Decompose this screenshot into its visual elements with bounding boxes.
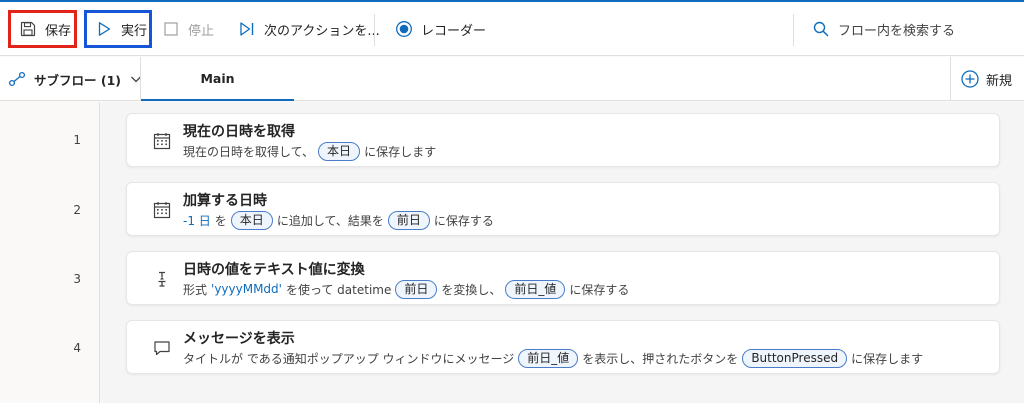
line-number: 4	[73, 341, 81, 355]
step-next-icon	[236, 18, 258, 40]
search-input[interactable]: フロー内を検索する	[810, 10, 955, 48]
message-icon	[151, 337, 173, 359]
action-description: タイトルが である通知ポップアップ ウィンドウにメッセージ 前日_値 を表示し、…	[183, 348, 923, 368]
variable-pill[interactable]: 前日_値	[518, 348, 579, 368]
toolbar-divider	[793, 14, 794, 46]
action-description: 形式 'yyyyMMdd' を使って datetime 前日 を変換し、 前日_…	[183, 279, 629, 299]
desc-text: に追加して、結果を	[276, 213, 384, 228]
action-card-add-to-datetime[interactable]: 加算する日時 -1 日 を 本日 に追加して、結果を 前日 に保存する	[126, 182, 1000, 236]
desc-text: を変換し、	[441, 282, 502, 297]
desc-text: に保存します	[851, 351, 924, 366]
stop-button[interactable]: 停止	[160, 10, 214, 48]
action-card-convert-datetime-to-text[interactable]: 日時の値をテキスト値に変換 形式 'yyyyMMdd' を使って datetim…	[126, 251, 1000, 305]
desc-text: に保存する	[433, 213, 494, 228]
run-label: 実行	[121, 23, 148, 39]
subflow-label: サブフロー (1)	[34, 72, 121, 88]
toolbar-divider	[374, 14, 375, 46]
line-number: 2	[73, 203, 81, 217]
search-icon	[810, 18, 832, 40]
tab-divider	[950, 57, 951, 101]
calendar-icon	[151, 199, 173, 221]
variable-pill[interactable]: 前日	[395, 279, 438, 299]
action-title: メッセージを表示	[183, 331, 295, 347]
variable-pill[interactable]: 前日	[387, 210, 430, 230]
desc-value: 'yyyyMMdd'	[211, 282, 282, 296]
next-label: 次のアクションを...	[264, 23, 380, 39]
desc-text: に保存する	[569, 282, 630, 297]
line-number: 3	[73, 272, 81, 286]
recorder-label: レコーダー	[421, 23, 487, 39]
action-description: 現在の日時を取得して、 本日 に保存します	[183, 141, 436, 161]
variable-pill[interactable]: 前日_値	[505, 279, 566, 299]
toolbar: 保存 実行 停止 次のアクションを... レコーダー フロー内を検索する	[0, 2, 1024, 56]
desc-text: に保存します	[364, 144, 437, 159]
subflows-dropdown[interactable]: サブフロー (1)	[8, 57, 143, 101]
variable-pill[interactable]: ButtonPressed	[742, 348, 848, 368]
recorder-button[interactable]: レコーダー	[393, 10, 486, 48]
tab-main[interactable]: Main	[141, 57, 294, 101]
save-button[interactable]: 保存	[8, 10, 77, 48]
search-placeholder: フロー内を検索する	[838, 23, 956, 39]
line-number: 1	[73, 133, 81, 147]
subflow-icon	[8, 70, 26, 88]
action-title: 日時の値をテキスト値に変換	[183, 262, 365, 278]
variable-pill[interactable]: 本日	[230, 210, 273, 230]
calendar-icon	[151, 130, 173, 152]
save-label: 保存	[45, 23, 72, 39]
stop-icon	[160, 18, 182, 40]
text-convert-icon	[151, 268, 173, 290]
flow-tabs-bar: サブフロー (1) Main 新規	[0, 57, 1024, 101]
new-label: 新規	[986, 73, 1013, 89]
desc-text: を	[214, 213, 227, 228]
tab-main-label: Main	[200, 70, 235, 86]
run-next-action-button[interactable]: 次のアクションを...	[236, 10, 380, 48]
variable-pill[interactable]: 本日	[318, 141, 361, 161]
desc-value: -1 日	[183, 213, 211, 228]
desc-text: を表示し、押されたボタンを	[582, 351, 739, 366]
desc-text: 形式	[183, 282, 208, 297]
stop-label: 停止	[188, 23, 215, 39]
desc-text: 現在の日時を取得して、	[183, 144, 315, 159]
action-title: 加算する日時	[183, 193, 267, 209]
line-number-gutter	[0, 102, 100, 403]
desc-text: タイトルが である通知ポップアップ ウィンドウにメッセージ	[183, 351, 515, 366]
action-description: -1 日 を 本日 に追加して、結果を 前日 に保存する	[183, 210, 494, 230]
desc-text: を使って datetime	[285, 282, 392, 297]
action-title: 現在の日時を取得	[183, 124, 295, 140]
run-button[interactable]: 実行	[84, 10, 152, 48]
add-circle-icon	[960, 69, 980, 89]
play-icon	[93, 18, 115, 40]
new-subflow-button[interactable]: 新規	[960, 57, 1012, 101]
action-card-get-current-datetime[interactable]: 現在の日時を取得 現在の日時を取得して、 本日 に保存します	[126, 113, 1000, 167]
save-icon	[17, 18, 39, 40]
record-icon	[393, 18, 415, 40]
action-card-display-message[interactable]: メッセージを表示 タイトルが である通知ポップアップ ウィンドウにメッセージ 前…	[126, 320, 1000, 374]
